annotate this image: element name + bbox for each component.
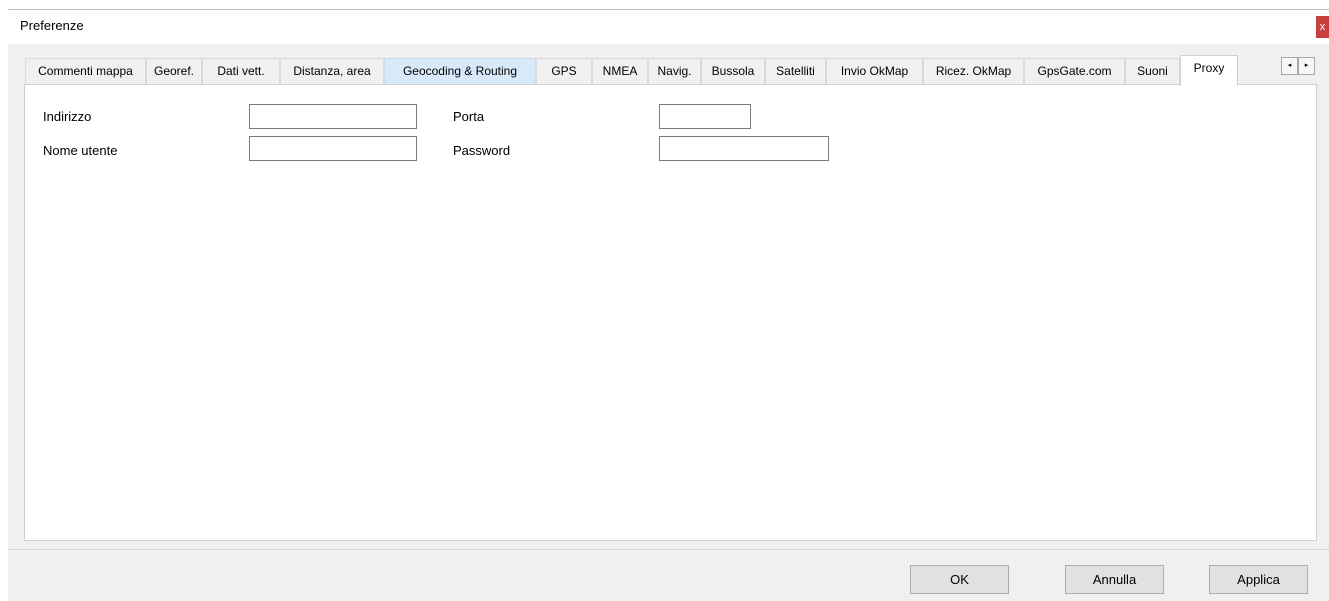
arrow-left-icon[interactable]: ◂: [1281, 57, 1298, 75]
ok-button[interactable]: OK: [910, 565, 1009, 594]
tab-bussola[interactable]: Bussola: [701, 58, 765, 84]
tab-label: Geocoding & Routing: [402, 64, 518, 78]
tab-label: Navig.: [657, 64, 692, 78]
window-top-border: [8, 9, 1329, 10]
tab-dati-vett[interactable]: Dati vett.: [202, 58, 280, 84]
tab-label: Proxy: [1193, 61, 1225, 75]
port-input[interactable]: [659, 104, 751, 129]
tab-suoni[interactable]: Suoni: [1125, 58, 1180, 84]
tab-label: Commenti mappa: [38, 64, 133, 78]
cancel-button[interactable]: Annulla: [1065, 565, 1164, 594]
close-button[interactable]: x: [1316, 16, 1329, 38]
tab-proxy[interactable]: Proxy: [1180, 55, 1238, 86]
tab-label: GPS: [551, 64, 577, 78]
tab-georef[interactable]: Georef.: [146, 58, 202, 84]
close-icon: x: [1319, 21, 1326, 33]
tab-satelliti[interactable]: Satelliti: [765, 58, 826, 84]
tab-gpsgate[interactable]: GpsGate.com: [1024, 58, 1125, 84]
apply-button[interactable]: Applica: [1209, 565, 1308, 594]
tab-label: Georef.: [153, 64, 195, 78]
tab-distanza-area[interactable]: Distanza, area: [280, 58, 384, 84]
tab-label: Ricez. OkMap: [935, 64, 1012, 78]
tab-label: Satelliti: [776, 64, 815, 78]
password-input[interactable]: [659, 136, 829, 161]
address-input[interactable]: [249, 104, 417, 129]
tab-label: Dati vett.: [217, 64, 265, 78]
proxy-tab-panel: Indirizzo Porta Nome utente Password: [24, 84, 1317, 541]
preferences-dialog: Preferenze x Commenti mappa Georef. Dati…: [0, 0, 1329, 601]
button-bar-separator: [8, 549, 1329, 550]
tab-label: GpsGate.com: [1037, 64, 1112, 78]
username-label: Nome utente: [43, 143, 118, 158]
tab-gps[interactable]: GPS: [536, 58, 592, 84]
arrow-right-icon[interactable]: ▸: [1298, 57, 1315, 75]
window-title: Preferenze: [20, 18, 84, 33]
password-label: Password: [453, 143, 511, 158]
tab-label: NMEA: [602, 64, 638, 78]
tab-geocoding-routing[interactable]: Geocoding & Routing: [384, 58, 536, 84]
tab-label: Invio OkMap: [840, 64, 909, 78]
tab-label: Bussola: [711, 64, 755, 78]
tab-scroller: ◂ ▸: [1281, 57, 1317, 76]
tab-ricez-okmap[interactable]: Ricez. OkMap: [923, 58, 1024, 84]
address-label: Indirizzo: [43, 109, 92, 124]
tab-navig[interactable]: Navig.: [648, 58, 701, 84]
tab-label: Distanza, area: [293, 64, 371, 78]
tab-label: Suoni: [1137, 64, 1168, 78]
tab-invio-okmap[interactable]: Invio OkMap: [826, 58, 923, 84]
username-input[interactable]: [249, 136, 417, 161]
port-label: Porta: [453, 109, 485, 124]
tab-commenti-mappa[interactable]: Commenti mappa: [25, 58, 146, 84]
tab-nmea[interactable]: NMEA: [592, 58, 648, 84]
